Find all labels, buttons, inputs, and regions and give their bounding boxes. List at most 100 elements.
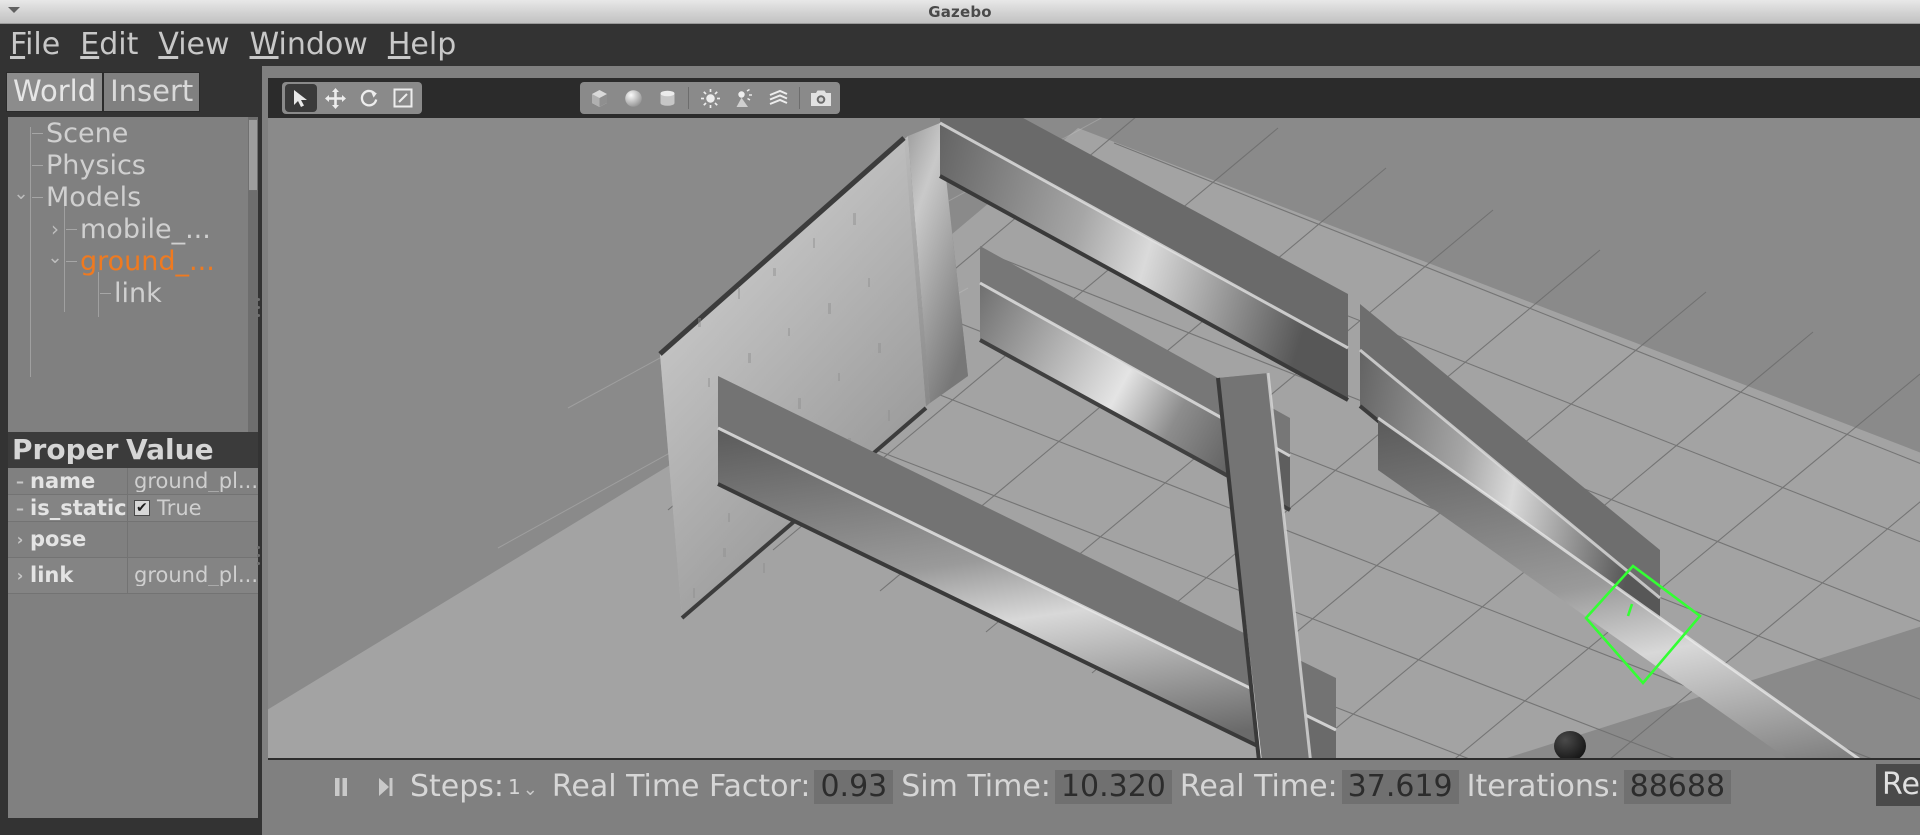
menu-help-label: elp — [410, 27, 456, 62]
property-key-cell: – name — [8, 468, 128, 494]
real-time-label: Real Time: — [1180, 772, 1338, 802]
iterations-label: Iterations: — [1467, 772, 1620, 802]
menu-file[interactable]: File — [10, 30, 60, 60]
steps-value[interactable]: 1 — [508, 777, 521, 797]
3d-scene-render — [268, 118, 1920, 758]
select-arrow-icon[interactable] — [285, 84, 317, 112]
menu-help[interactable]: Help — [388, 30, 456, 60]
menu-edit-mnemonic: E — [80, 27, 99, 62]
menu-help-mnemonic: H — [388, 27, 411, 62]
property-key-label: link — [30, 565, 73, 586]
toolbar-transform-group — [282, 82, 422, 114]
tree-item-mobile-base[interactable]: mobile_... — [8, 213, 258, 245]
tree-item-label: Models — [46, 184, 141, 211]
pause-icon[interactable] — [322, 769, 360, 805]
tree-item-label: ground_... — [80, 248, 215, 275]
box-shape-icon[interactable] — [583, 84, 615, 112]
menu-view-label: iew — [178, 27, 229, 62]
property-key-label: name — [30, 471, 95, 492]
tree-item-physics[interactable]: Physics — [8, 149, 258, 181]
3d-viewport[interactable] — [268, 78, 1920, 758]
property-column-header-value[interactable]: Value — [126, 436, 258, 464]
property-value-cell[interactable]: ground_pl... — [128, 565, 258, 586]
tree-branch-icon — [64, 213, 78, 245]
tree-item-models[interactable]: Models — [8, 181, 258, 213]
tree-branch-icon — [30, 181, 44, 213]
property-row-link[interactable]: › link ground_pl... — [8, 558, 258, 594]
translate-move-icon[interactable] — [319, 84, 351, 112]
chevron-right-icon[interactable] — [48, 213, 62, 245]
tree-branch-icon — [30, 117, 44, 149]
tree-branch-icon: – — [10, 498, 30, 519]
tree-item-label: link — [114, 280, 162, 307]
chevron-right-icon[interactable]: › — [10, 565, 30, 586]
property-value-cell[interactable]: True — [128, 498, 258, 519]
tree-item-scene[interactable]: Scene — [8, 117, 258, 149]
spot-light-icon[interactable] — [728, 84, 760, 112]
tree-item-ground-plane[interactable]: ground_... — [8, 245, 258, 277]
property-key-label: pose — [30, 529, 86, 550]
panel-splitter[interactable] — [255, 66, 263, 835]
directional-light-icon[interactable] — [762, 84, 794, 112]
world-tree: Scene Physics Models mobile_... ground_.… — [8, 117, 258, 432]
menu-edit[interactable]: Edit — [80, 30, 138, 60]
property-column-header-property[interactable]: Proper — [8, 436, 126, 464]
menu-file-mnemonic: F — [10, 27, 25, 62]
scale-icon[interactable] — [387, 84, 419, 112]
menu-view-mnemonic: V — [158, 27, 178, 62]
tree-branch-icon — [30, 149, 44, 181]
real-time-value: 37.619 — [1342, 770, 1459, 804]
cylinder-shape-icon[interactable] — [651, 84, 683, 112]
real-time-factor-value: 0.93 — [814, 770, 893, 804]
viewport-toolbar — [268, 78, 1920, 118]
rotate-icon[interactable] — [353, 84, 385, 112]
reset-button[interactable]: Re — [1876, 764, 1920, 806]
sphere-shape-icon[interactable] — [617, 84, 649, 112]
menu-window-mnemonic: W — [250, 27, 279, 62]
chevron-down-icon[interactable]: ⌄ — [523, 779, 538, 800]
menu-view[interactable]: View — [158, 30, 229, 60]
property-key-label: is_static — [30, 498, 127, 519]
tree-branch-icon: – — [10, 471, 30, 492]
tree-item-label: mobile_... — [80, 216, 211, 243]
steps-label: Steps: — [410, 772, 504, 802]
tree-item-label: Scene — [46, 120, 128, 147]
property-table-body: – name ground_pl... – is_static True › p… — [8, 468, 258, 818]
tree-item-label: Physics — [46, 152, 146, 179]
window-menu-arrow-icon[interactable] — [8, 7, 20, 13]
chevron-right-icon[interactable]: › — [10, 529, 30, 550]
statusbar: Steps: 1 ⌄ Real Time Factor: 0.93 Sim Ti… — [268, 758, 1920, 814]
property-value-label: True — [157, 498, 202, 519]
tree-branch-icon — [64, 245, 78, 277]
menu-window-label: indow — [279, 27, 368, 62]
property-value-cell[interactable]: ground_pl... — [128, 471, 258, 492]
screenshot-camera-icon[interactable] — [805, 84, 837, 112]
panel-tabs: World Insert — [6, 72, 200, 112]
iterations-value: 88688 — [1624, 770, 1731, 804]
property-row-name[interactable]: – name ground_pl... — [8, 468, 258, 495]
property-row-is-static[interactable]: – is_static True — [8, 495, 258, 522]
menubar: File Edit View Window Help — [0, 24, 1920, 66]
property-key-cell: – is_static — [8, 495, 128, 521]
is-static-checkbox[interactable] — [134, 500, 150, 516]
toolbar-separator — [799, 87, 800, 109]
sim-time-value: 10.320 — [1055, 770, 1172, 804]
menu-window[interactable]: Window — [250, 30, 368, 60]
tab-world[interactable]: World — [6, 72, 103, 112]
window-title: Gazebo — [928, 3, 992, 21]
chevron-down-icon[interactable] — [14, 181, 28, 213]
tree-branch-icon — [98, 277, 112, 309]
menu-edit-label: dit — [99, 27, 138, 62]
toolbar-insert-group — [580, 82, 840, 114]
property-key-cell: › link — [8, 558, 128, 593]
tab-insert[interactable]: Insert — [103, 72, 200, 112]
tree-item-link[interactable]: link — [8, 277, 258, 309]
menu-file-label: ile — [25, 27, 60, 62]
property-row-pose[interactable]: › pose — [8, 522, 258, 558]
window-titlebar: Gazebo — [0, 0, 1920, 24]
point-light-icon[interactable] — [694, 84, 726, 112]
step-forward-icon[interactable] — [366, 769, 404, 805]
chevron-down-icon[interactable] — [48, 245, 62, 277]
toolbar-separator — [688, 87, 689, 109]
sim-time-label: Sim Time: — [901, 772, 1051, 802]
